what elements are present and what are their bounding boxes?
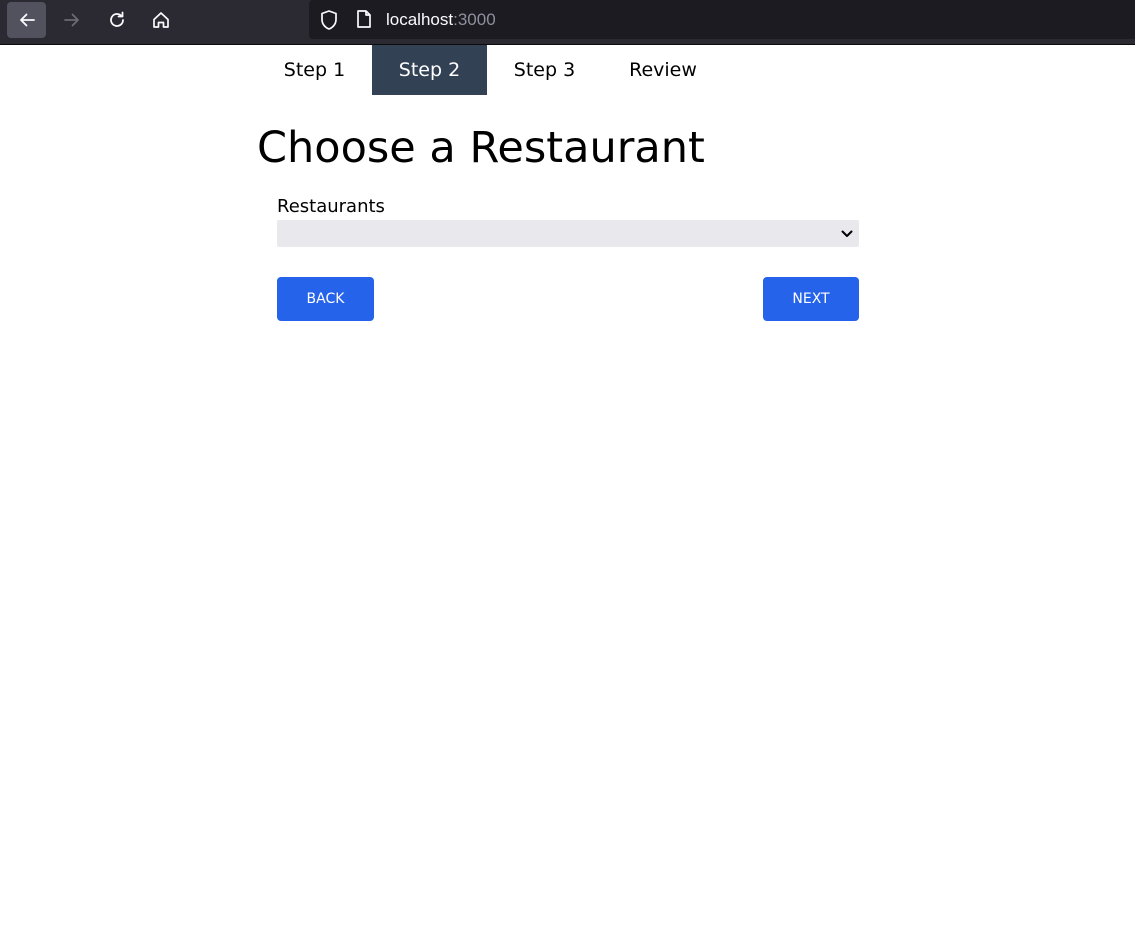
url-port: :3000 bbox=[453, 10, 496, 29]
reload-button[interactable] bbox=[97, 2, 136, 38]
url-text[interactable]: localhost:3000 bbox=[386, 9, 496, 31]
tab-review[interactable]: Review bbox=[602, 45, 724, 95]
browser-toolbar: localhost:3000 bbox=[0, 0, 1135, 44]
tab-step-2[interactable]: Step 2 bbox=[372, 45, 487, 95]
back-button[interactable] bbox=[7, 2, 46, 38]
next-button[interactable]: NEXT bbox=[763, 277, 859, 321]
home-button[interactable] bbox=[141, 2, 180, 38]
restaurants-label: Restaurants bbox=[277, 196, 385, 217]
forward-arrow-icon bbox=[63, 13, 79, 27]
tab-step-1[interactable]: Step 1 bbox=[257, 45, 372, 95]
tab-step-3[interactable]: Step 3 bbox=[487, 45, 602, 95]
url-host: localhost bbox=[386, 10, 454, 29]
back-arrow-icon bbox=[19, 13, 35, 27]
address-bar[interactable]: localhost:3000 bbox=[309, 0, 1135, 39]
back-button-form[interactable]: BACK bbox=[277, 277, 374, 321]
restaurants-select[interactable] bbox=[277, 220, 859, 247]
reload-icon bbox=[109, 11, 124, 27]
forward-button[interactable] bbox=[52, 2, 91, 38]
shield-icon[interactable] bbox=[319, 9, 339, 31]
stepper-tabs: Step 1 Step 2 Step 3 Review bbox=[257, 45, 724, 95]
chevron-down-icon bbox=[841, 230, 853, 237]
home-icon bbox=[152, 12, 169, 28]
page-icon[interactable] bbox=[355, 9, 373, 29]
page-title: Choose a Restaurant bbox=[257, 123, 705, 173]
